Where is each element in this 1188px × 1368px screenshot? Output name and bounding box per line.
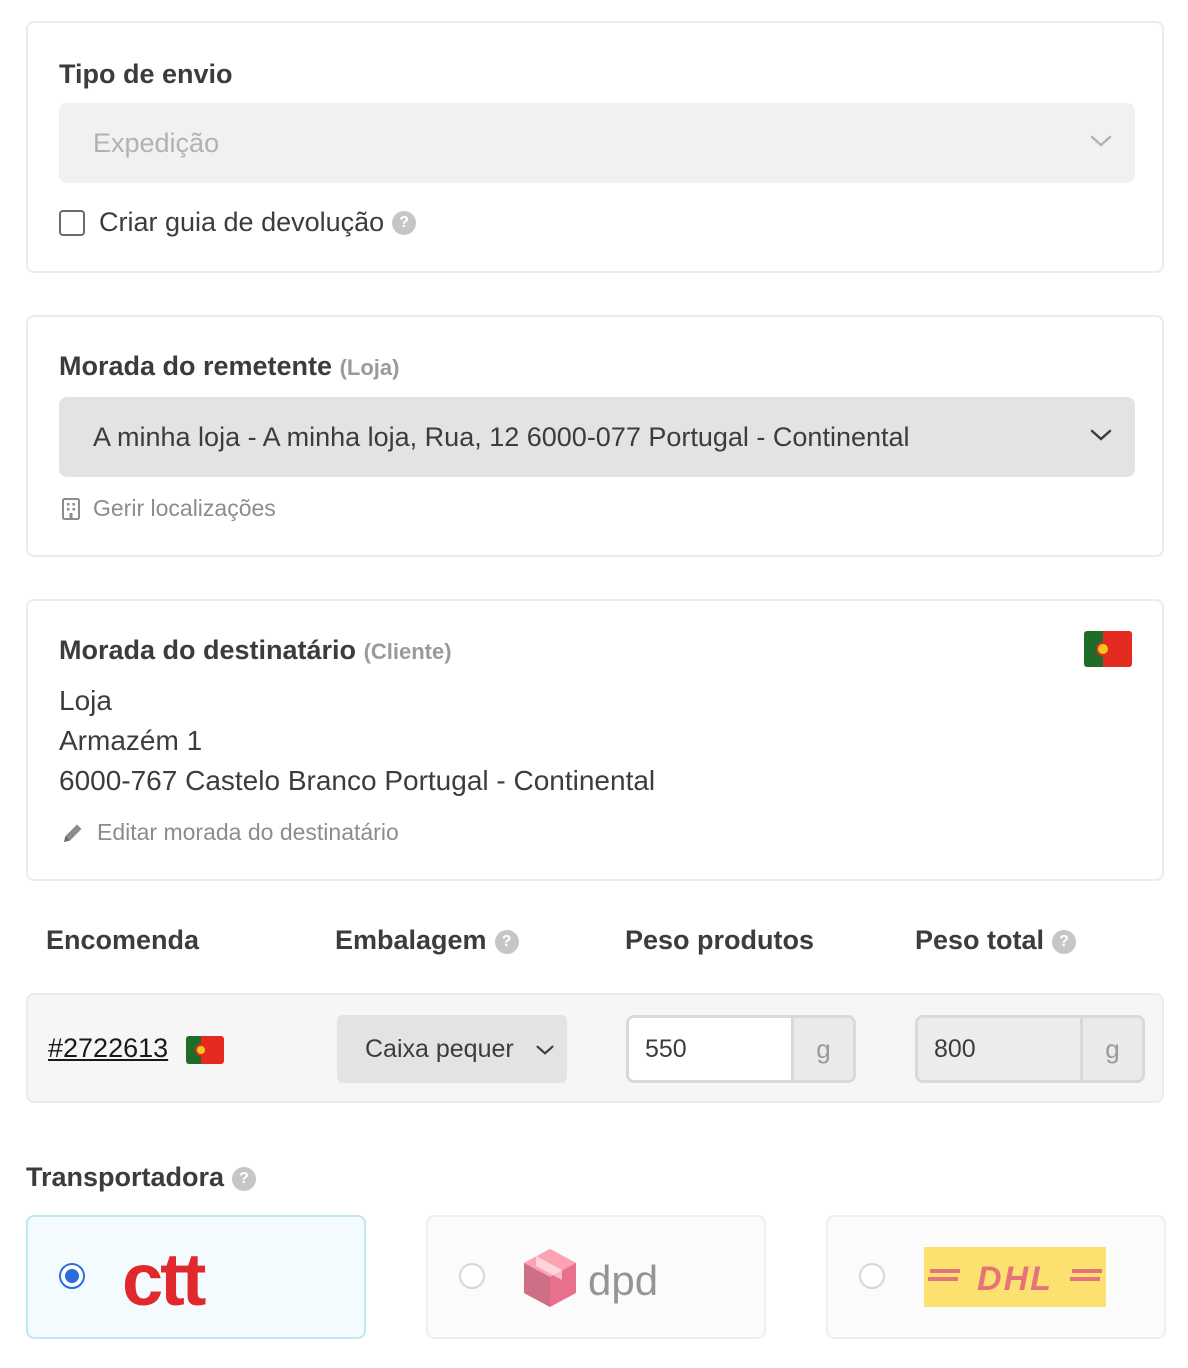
- order-number-link[interactable]: #2722613: [48, 1033, 168, 1064]
- edit-recipient-link[interactable]: Editar morada do destinatário: [61, 819, 399, 846]
- sender-heading: Morada do remetente (Loja): [59, 351, 399, 382]
- svg-text:dpd: dpd: [588, 1257, 658, 1304]
- order-row: #2722613 Caixa pequer 550 g 800 g: [26, 993, 1164, 1103]
- column-header-packaging: Embalagem?: [335, 925, 519, 956]
- ctt-logo: ctt: [122, 1245, 209, 1315]
- sender-address-card: Morada do remetente (Loja) A minha loja …: [26, 315, 1164, 557]
- chevron-down-icon: [536, 1045, 554, 1055]
- svg-text:DHL: DHL: [977, 1260, 1053, 1298]
- help-icon[interactable]: ?: [392, 210, 417, 235]
- sender-heading-text: Morada do remetente: [59, 351, 333, 381]
- help-icon[interactable]: ?: [494, 929, 519, 954]
- product-weight-unit: g: [791, 1018, 853, 1080]
- recipient-line-1: Loja: [59, 685, 112, 716]
- return-label-row[interactable]: Criar guia de devolução ?: [59, 207, 417, 238]
- sender-address-value: A minha loja - A minha loja, Rua, 12 600…: [93, 422, 910, 452]
- packaging-value: Caixa pequer: [365, 1035, 514, 1063]
- recipient-address-card: Morada do destinatário (Cliente) Loja Ar…: [26, 599, 1164, 881]
- column-header-product-weight: Peso produtos: [625, 925, 815, 955]
- carrier-heading-label: Transportadora: [26, 1162, 225, 1192]
- return-label-checkbox[interactable]: [59, 209, 85, 236]
- column-header-total-weight: Peso total?: [915, 925, 1077, 956]
- help-icon[interactable]: ?: [1052, 929, 1077, 954]
- chevron-down-icon: [1090, 429, 1112, 441]
- sender-heading-tag: (Loja): [339, 355, 400, 380]
- total-weight-field: 800 g: [915, 1015, 1145, 1083]
- recipient-heading: Morada do destinatário (Cliente): [59, 635, 452, 666]
- recipient-heading-text: Morada do destinatário: [59, 635, 357, 665]
- carrier-heading: Transportadora?: [26, 1162, 257, 1193]
- recipient-line-3: 6000-767 Castelo Branco Portugal - Conti…: [59, 765, 656, 796]
- carrier-radio-dhl[interactable]: [859, 1263, 885, 1289]
- recipient-line-2: Armazém 1: [59, 725, 203, 756]
- column-header-order: Encomenda: [46, 925, 200, 955]
- dhl-logo: DHL: [924, 1247, 1106, 1307]
- product-weight-field[interactable]: 550 g: [626, 1015, 856, 1083]
- return-label-label: Criar guia de devolução: [99, 207, 385, 237]
- carrier-option-ctt[interactable]: ctt: [26, 1215, 366, 1339]
- carrier-option-dpd[interactable]: dpd: [426, 1215, 766, 1339]
- svg-text:ctt: ctt: [122, 1245, 206, 1315]
- building-icon: [62, 497, 80, 520]
- column-header-total-weight-label: Peso total: [915, 925, 1045, 955]
- edit-recipient-label: Editar morada do destinatário: [97, 819, 399, 845]
- help-icon[interactable]: ?: [232, 1166, 257, 1191]
- shipping-type-card: Tipo de envio Expedição Criar guia de de…: [26, 21, 1164, 273]
- shipping-type-value: Expedição: [93, 128, 220, 158]
- product-weight-input[interactable]: 550: [629, 1018, 791, 1080]
- recipient-heading-tag: (Cliente): [363, 639, 452, 664]
- manage-locations-link[interactable]: Gerir localizações: [61, 495, 276, 522]
- chevron-down-icon: [1090, 135, 1112, 147]
- flag-portugal-icon: [186, 1036, 224, 1064]
- shipping-type-heading: Tipo de envio: [59, 59, 233, 89]
- column-header-packaging-label: Embalagem: [335, 925, 487, 955]
- pencil-icon: [64, 824, 82, 842]
- total-weight-unit: g: [1080, 1018, 1142, 1080]
- manage-locations-label: Gerir localizações: [93, 495, 276, 521]
- flag-portugal-icon: [1084, 631, 1132, 667]
- carrier-radio-dpd[interactable]: [459, 1263, 485, 1289]
- sender-address-select[interactable]: A minha loja - A minha loja, Rua, 12 600…: [59, 397, 1135, 477]
- dpd-logo: dpd: [524, 1249, 658, 1307]
- packaging-select[interactable]: Caixa pequer: [337, 1015, 567, 1083]
- shipping-type-select[interactable]: Expedição: [59, 103, 1135, 183]
- total-weight-value: 800: [918, 1018, 1080, 1080]
- carrier-option-dhl[interactable]: DHL: [826, 1215, 1166, 1339]
- carrier-radio-ctt[interactable]: [59, 1263, 85, 1289]
